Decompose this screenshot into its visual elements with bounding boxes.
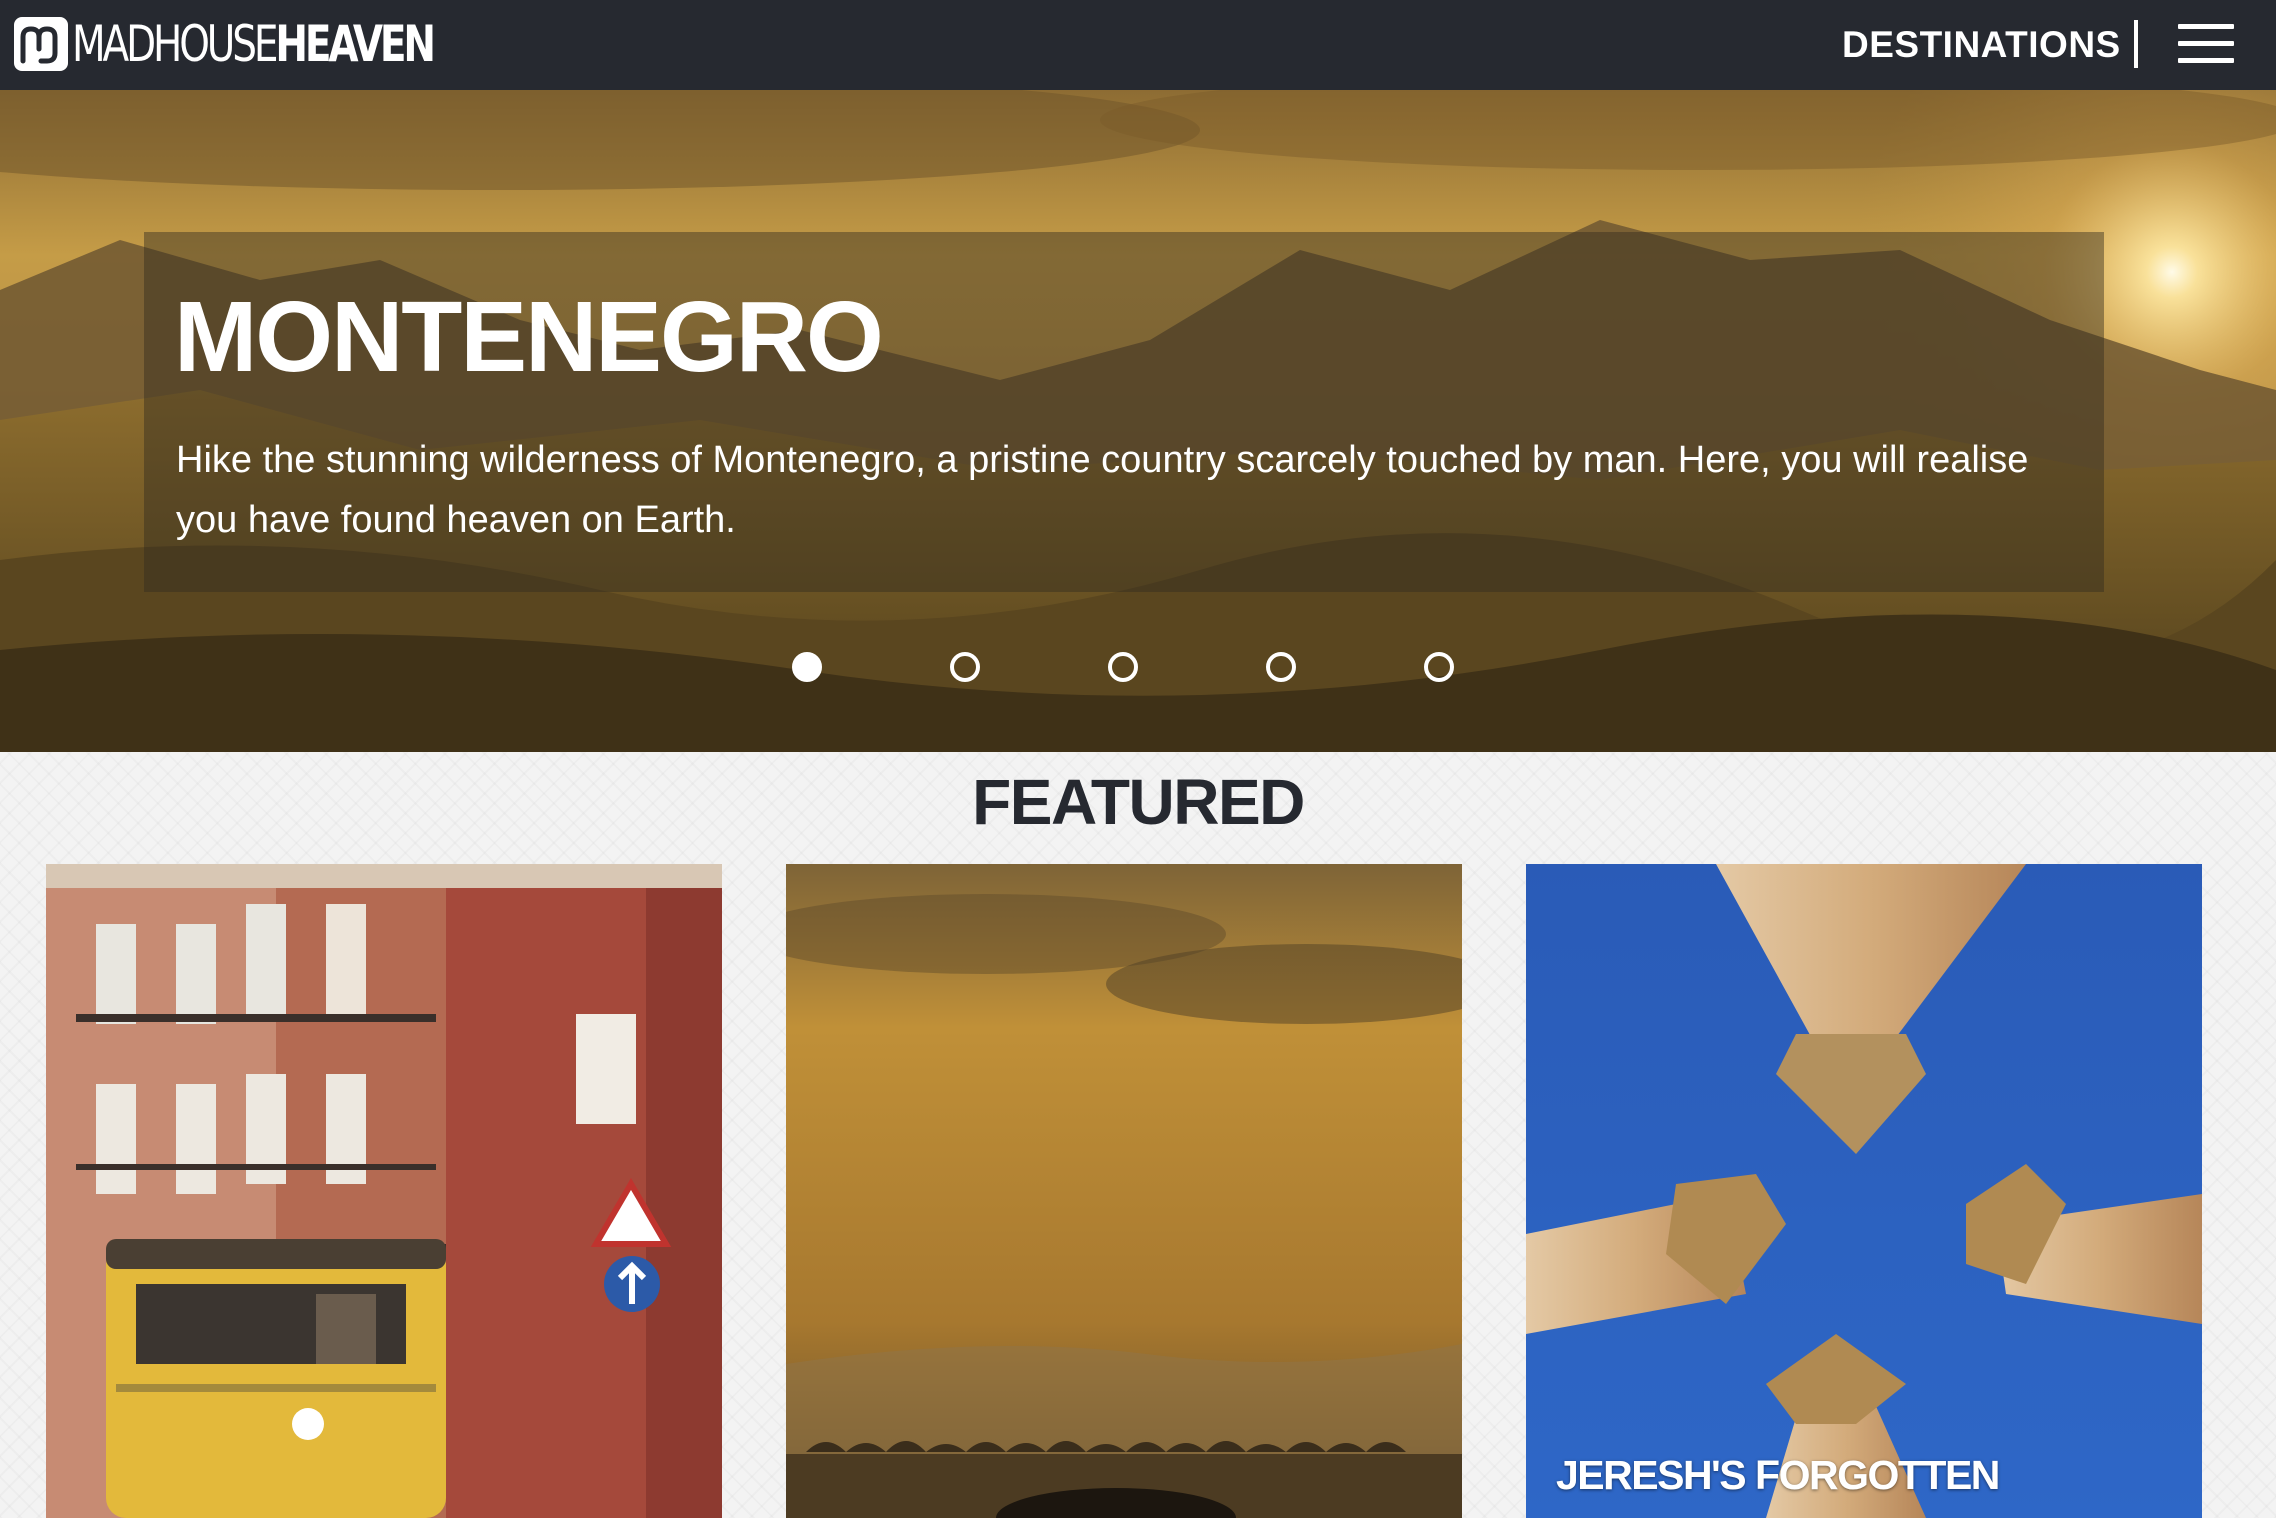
site-logo[interactable]: MADHOUSEHEAVEN: [14, 14, 535, 74]
slide-dot-1[interactable]: [792, 652, 822, 682]
slide-dot-5[interactable]: [1424, 652, 1454, 682]
logo-mark-icon: [14, 17, 68, 71]
hero-description: Hike the stunning wilderness of Monteneg…: [176, 439, 2029, 541]
featured-card-3-caption: JERESH'S FORGOTTEN: [1556, 1452, 2000, 1498]
top-navigation-bar: MADHOUSEHEAVEN DESTINATIONS: [0, 0, 2276, 90]
slide-dot-3[interactable]: [1108, 652, 1138, 682]
hamburger-menu-icon[interactable]: [2178, 22, 2234, 66]
nav-divider: [2134, 20, 2138, 68]
hero-slider: MONTENEGRO Hike the stunning wilderness …: [0, 90, 2276, 752]
featured-heading: FEATURED: [972, 766, 1305, 838]
savanna-elephant-image: [786, 864, 1462, 1518]
destinations-link[interactable]: DESTINATIONS: [1842, 18, 2121, 72]
slide-dot-4[interactable]: [1266, 652, 1296, 682]
slider-pagination: [0, 652, 2276, 682]
featured-card-3[interactable]: JERESH'S FORGOTTEN: [1526, 864, 2202, 1518]
jerash-columns-image: [1526, 864, 2202, 1518]
logo-wordmark: MADHOUSEHEAVEN: [72, 15, 436, 73]
slide-dot-2[interactable]: [950, 652, 980, 682]
featured-card-2[interactable]: [786, 864, 1462, 1518]
hero-caption-panel: MONTENEGRO Hike the stunning wilderness …: [144, 232, 2104, 592]
lisbon-tram-image: [46, 864, 722, 1518]
hero-title[interactable]: MONTENEGRO: [174, 282, 884, 392]
featured-card-1[interactable]: [46, 864, 722, 1518]
